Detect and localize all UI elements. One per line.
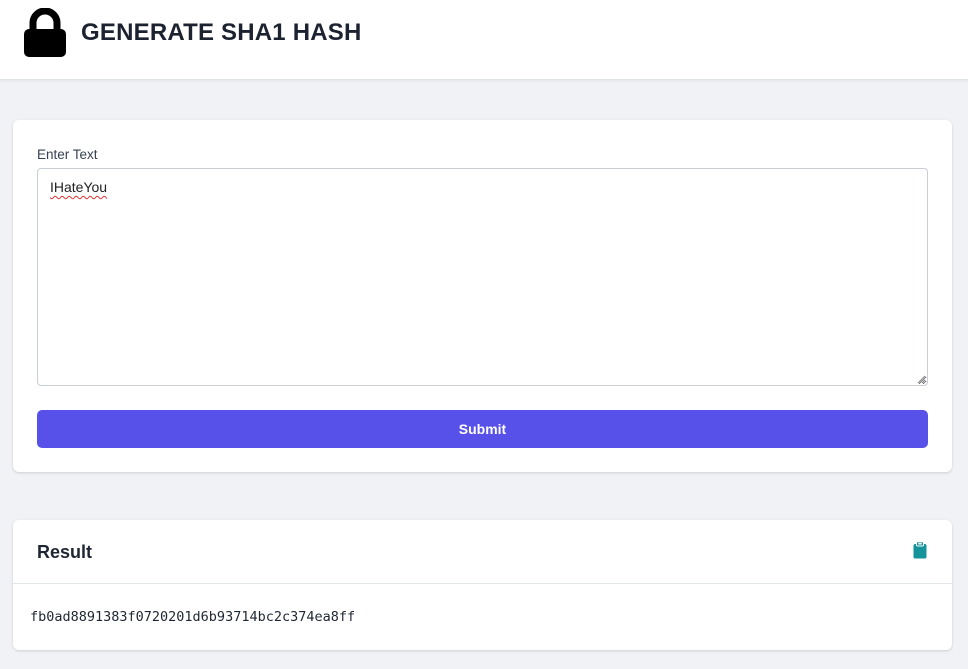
result-card: Result fb0ad8891383f0720201d6b93714bc2c3… [13,520,952,650]
lock-icon [24,8,66,57]
enter-text-label: Enter Text [37,147,98,162]
text-input[interactable] [37,168,928,386]
hash-result: fb0ad8891383f0720201d6b93714bc2c374ea8ff [30,609,356,625]
page-title: GENERATE SHA1 HASH [81,19,362,46]
submit-button[interactable]: Submit [37,410,928,448]
input-card: Enter Text IHateYou Submit [13,120,952,472]
clipboard-icon[interactable] [912,541,928,559]
result-title: Result [37,542,93,562]
result-header: Result [13,520,952,584]
top-bar: GENERATE SHA1 HASH [0,0,968,80]
resize-grip-icon[interactable] [916,374,926,384]
